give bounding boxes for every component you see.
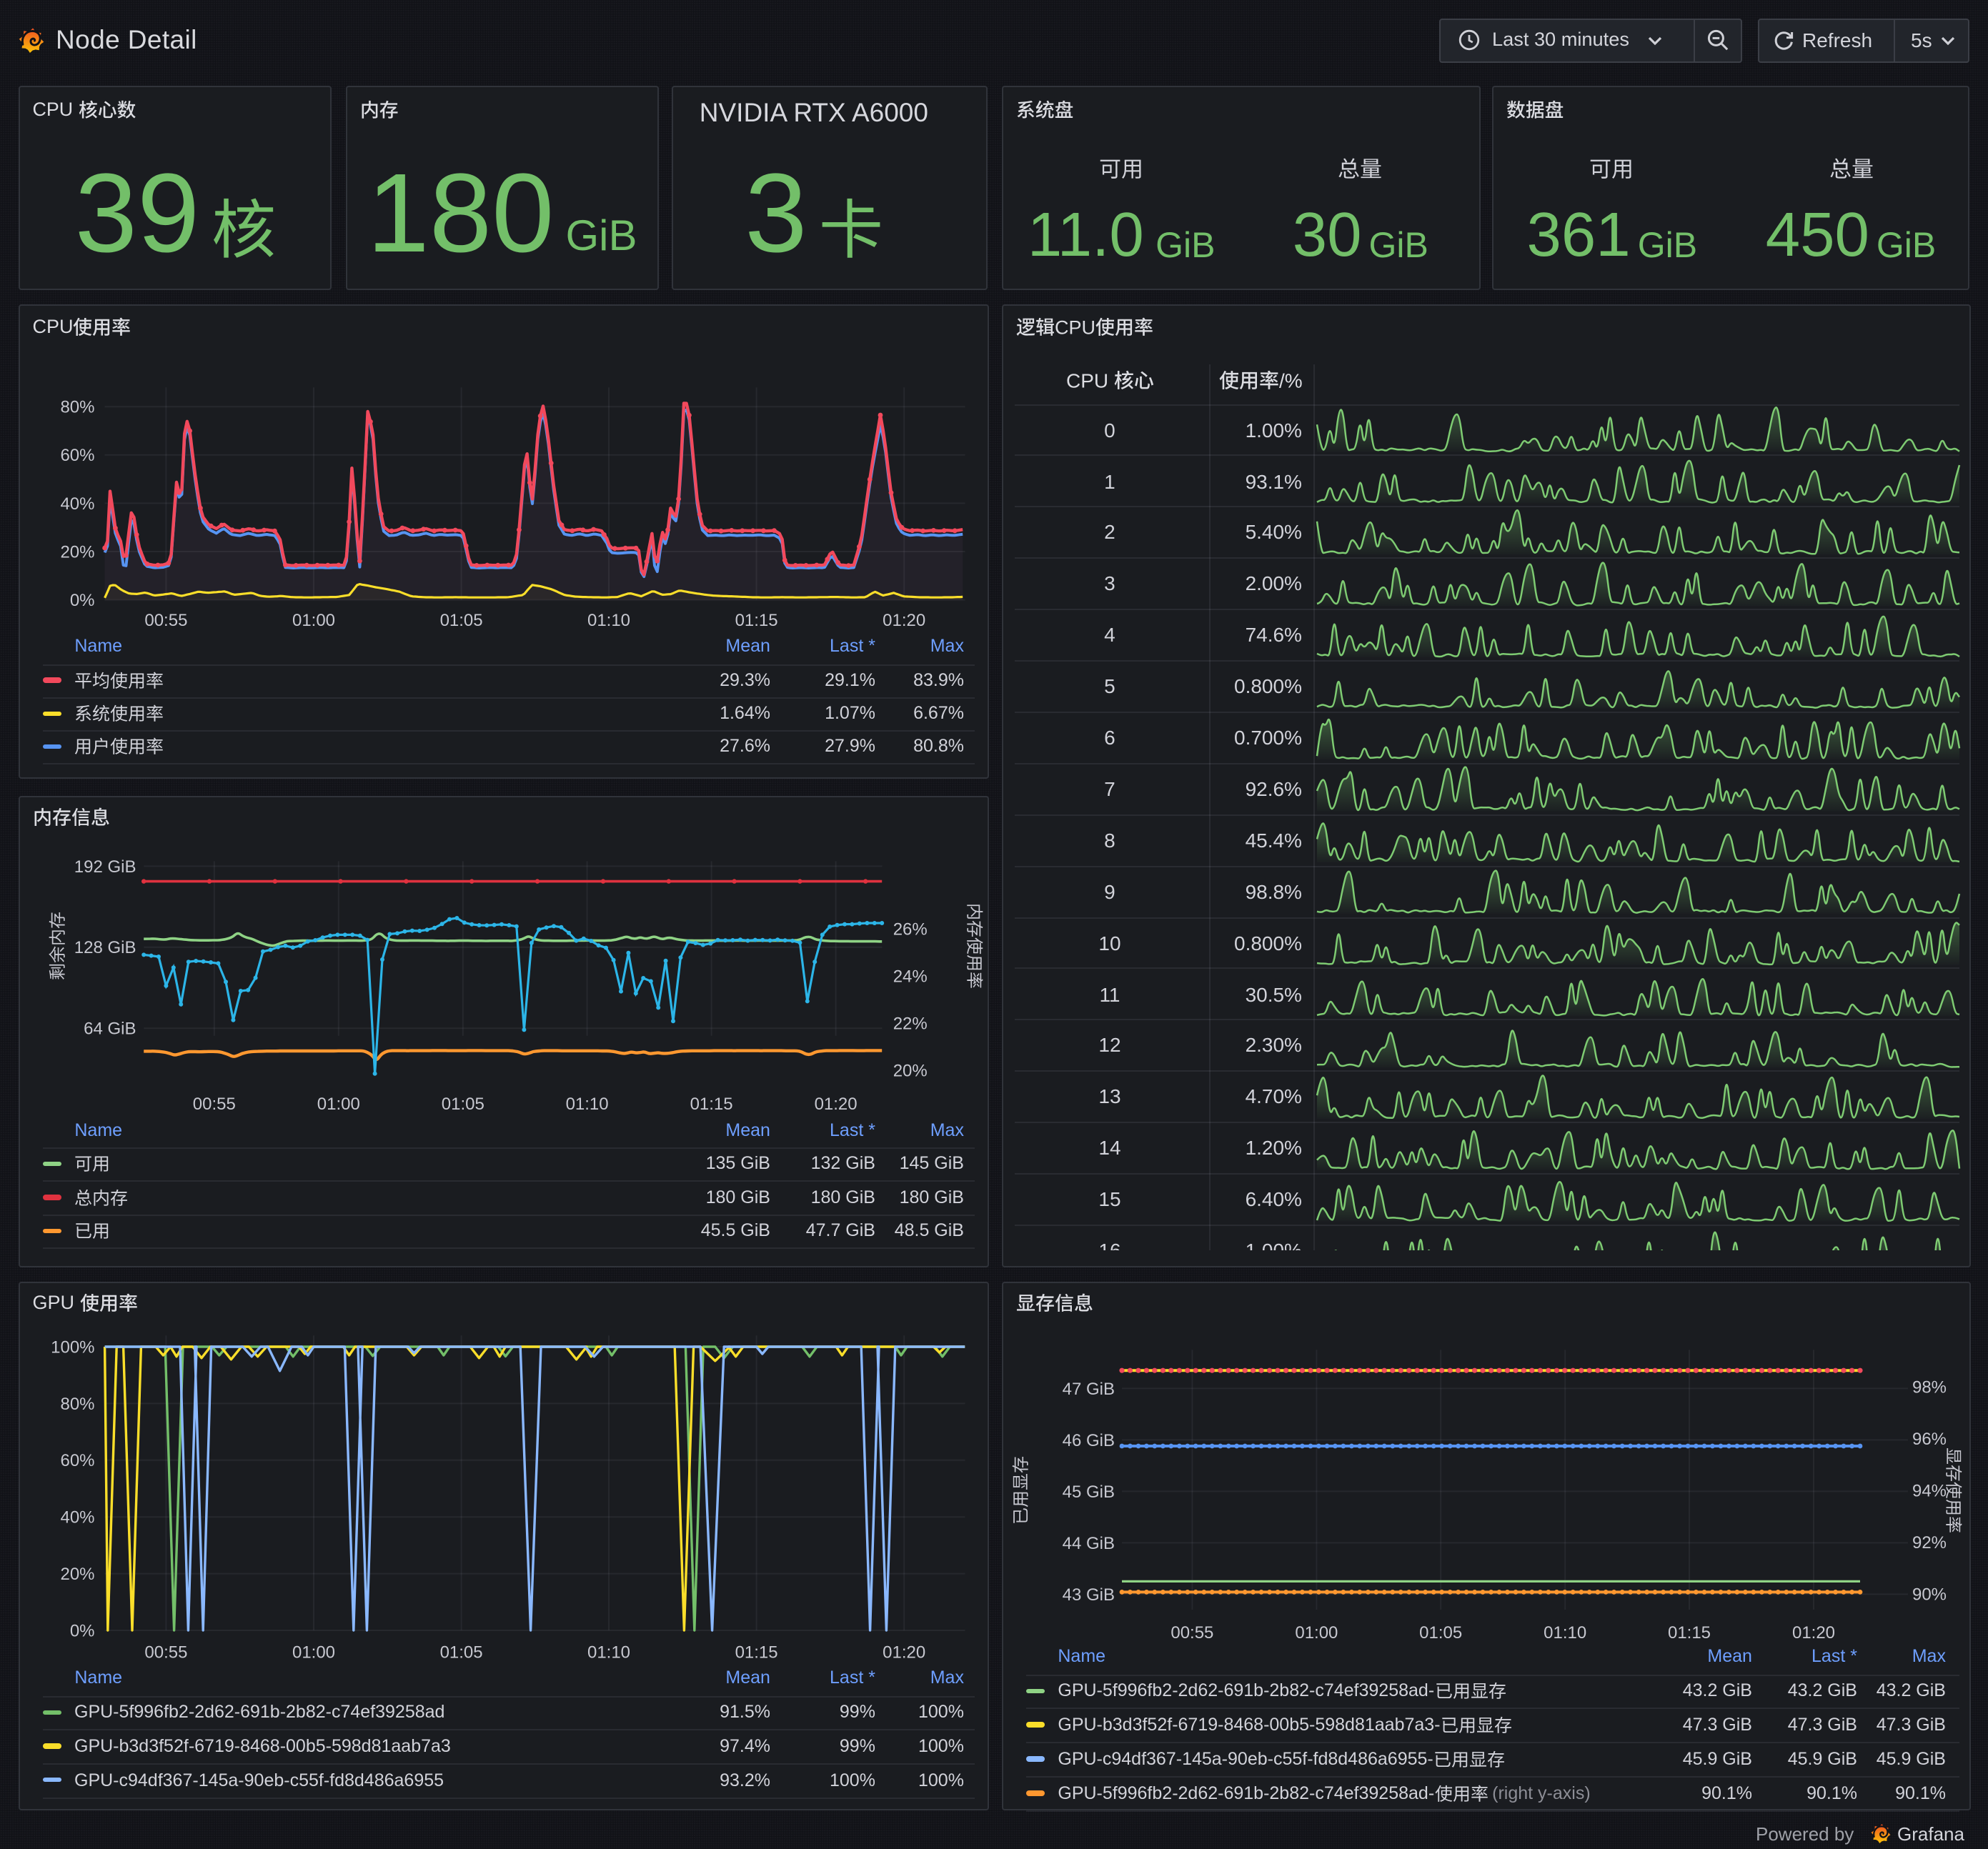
svg-text:80%: 80%: [60, 1394, 94, 1413]
svg-text:00:55: 00:55: [1171, 1623, 1213, 1642]
svg-text:60%: 60%: [60, 445, 94, 464]
svg-text:01:05: 01:05: [441, 1094, 484, 1113]
svg-text:60%: 60%: [60, 1450, 94, 1470]
svg-text:01:15: 01:15: [735, 610, 777, 629]
svg-text:80%: 80%: [60, 397, 94, 417]
svg-text:100%: 100%: [51, 1337, 94, 1356]
svg-text:192 GiB: 192 GiB: [74, 857, 136, 876]
svg-text:01:05: 01:05: [439, 1643, 482, 1662]
svg-text:22%: 22%: [893, 1014, 927, 1033]
svg-text:01:00: 01:00: [292, 610, 334, 629]
svg-text:40%: 40%: [60, 1507, 94, 1527]
svg-text:01:15: 01:15: [690, 1094, 732, 1113]
svg-text:43 GiB: 43 GiB: [1063, 1585, 1115, 1604]
svg-text:40%: 40%: [60, 494, 94, 513]
svg-text:01:20: 01:20: [1792, 1623, 1835, 1642]
svg-text:00:55: 00:55: [192, 1094, 235, 1113]
svg-text:01:05: 01:05: [1419, 1623, 1462, 1642]
svg-text:128 GiB: 128 GiB: [74, 937, 136, 957]
svg-text:01:20: 01:20: [814, 1094, 857, 1113]
svg-text:44 GiB: 44 GiB: [1063, 1533, 1115, 1553]
svg-text:01:20: 01:20: [883, 1643, 925, 1662]
svg-text:01:00: 01:00: [1295, 1623, 1338, 1642]
svg-text:20%: 20%: [893, 1061, 927, 1080]
svg-text:01:10: 01:10: [587, 1643, 630, 1662]
svg-text:45 GiB: 45 GiB: [1063, 1482, 1115, 1501]
svg-text:0%: 0%: [69, 1620, 94, 1640]
svg-text:00:55: 00:55: [144, 1643, 187, 1662]
svg-text:01:15: 01:15: [735, 1643, 777, 1662]
svg-text:47 GiB: 47 GiB: [1063, 1379, 1115, 1398]
svg-text:01:20: 01:20: [883, 610, 925, 629]
svg-text:20%: 20%: [60, 542, 94, 561]
svg-text:98%: 98%: [1912, 1377, 1947, 1397]
svg-text:24%: 24%: [893, 967, 927, 986]
svg-text:96%: 96%: [1912, 1429, 1947, 1448]
svg-text:46 GiB: 46 GiB: [1063, 1430, 1115, 1450]
svg-text:0%: 0%: [69, 590, 94, 609]
svg-text:26%: 26%: [893, 919, 927, 939]
svg-text:01:05: 01:05: [439, 610, 482, 629]
svg-text:64 GiB: 64 GiB: [84, 1019, 136, 1038]
svg-text:01:10: 01:10: [1544, 1623, 1586, 1642]
svg-text:01:15: 01:15: [1668, 1623, 1711, 1642]
svg-text:20%: 20%: [60, 1564, 94, 1583]
svg-text:01:00: 01:00: [317, 1094, 359, 1113]
svg-text:01:00: 01:00: [292, 1643, 334, 1662]
svg-text:01:10: 01:10: [587, 610, 630, 629]
svg-text:90%: 90%: [1912, 1585, 1947, 1604]
svg-text:01:10: 01:10: [565, 1094, 608, 1113]
svg-text:00:55: 00:55: [144, 610, 187, 629]
